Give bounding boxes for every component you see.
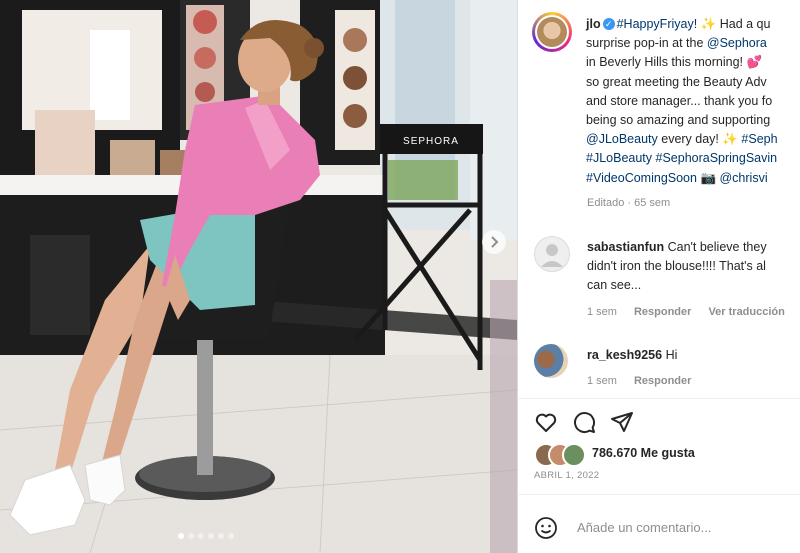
carousel-dot	[228, 533, 234, 539]
caption-line: every day! ✨	[657, 132, 742, 147]
comment-text: ra_kesh9256 Hi	[587, 346, 677, 365]
commenter-avatar[interactable]	[534, 344, 568, 378]
comment-meta: 1 sem Responder Ver traducción	[587, 306, 800, 318]
default-avatar-icon[interactable]	[534, 236, 570, 272]
comment-input[interactable]: Añade un comentario...	[577, 520, 711, 535]
mention[interactable]: @chrisvi	[719, 171, 767, 185]
next-arrow-icon	[491, 236, 499, 248]
translate-button[interactable]: Ver traducción	[708, 306, 784, 318]
carousel-dot	[208, 533, 214, 539]
post-sidebar: jlo ✓ #HappyFriyay! ✨ Had a qu surprise po…	[518, 0, 800, 553]
carousel-dot-active	[178, 533, 184, 539]
add-comment-row: Añade un comentario...	[534, 515, 800, 541]
carousel-dots	[178, 533, 238, 539]
caption-line: ✨ Had a qu	[700, 17, 771, 31]
emoji-icon[interactable]	[534, 516, 558, 540]
author-avatar[interactable]	[532, 12, 572, 52]
post-photo[interactable]: SEPHORA	[0, 0, 517, 553]
comment-line: Can't believe they	[667, 240, 767, 254]
chair-sephora-text: SEPHORA	[403, 136, 459, 147]
liker-avatar	[562, 443, 586, 467]
comment-username[interactable]: ra_kesh9256	[587, 348, 662, 362]
comment-icon[interactable]	[572, 410, 596, 434]
post-date: ABRIL 1, 2022	[534, 470, 600, 481]
comment-line: Hi	[665, 348, 678, 362]
caption-text: jlo ✓ #HappyFriyay! ✨ Had a qu surprise po…	[586, 15, 800, 188]
hashtag[interactable]: #JLoBeauty #SephoraSpringSavin	[586, 151, 777, 165]
hashtag[interactable]: #HappyFriyay!	[617, 17, 698, 31]
share-icon[interactable]	[610, 410, 634, 434]
author-username[interactable]: jlo	[586, 17, 601, 31]
caption-line: so great meeting the Beauty Adv	[586, 74, 767, 89]
comment-line: can see...	[587, 278, 642, 292]
caption-line: surprise pop-in at the	[586, 36, 707, 51]
carousel-dot	[198, 533, 204, 539]
mention[interactable]: @JLoBeauty	[586, 132, 658, 146]
section-divider	[518, 494, 800, 495]
reply-button[interactable]: Responder	[634, 375, 691, 387]
comment-text: sabastianfun Can't believe they didn't i…	[587, 238, 767, 295]
caption-line: in Beverly Hills this morning! 💕	[586, 55, 763, 70]
comment-time[interactable]: 1 sem	[587, 306, 617, 318]
verified-icon: ✓	[602, 18, 615, 30]
heart-icon[interactable]	[534, 410, 558, 434]
edited-timestamp: Editado · 65 sem	[587, 197, 671, 209]
section-divider	[518, 398, 800, 399]
carousel-dot	[188, 533, 194, 539]
reply-button[interactable]: Responder	[634, 306, 691, 318]
next-photo-button[interactable]	[482, 230, 506, 254]
comment-time[interactable]: 1 sem	[587, 375, 617, 387]
likes-count[interactable]: 786.670 Me gusta	[592, 446, 695, 460]
hashtag[interactable]: #Seph	[741, 132, 777, 146]
caption-line: being so amazing and supporting	[586, 113, 771, 128]
comment-username[interactable]: sabastianfun	[587, 240, 664, 254]
carousel-dot	[218, 533, 224, 539]
caption-line: and store manager... thank you fo	[586, 93, 773, 108]
comment-meta: 1 sem Responder	[587, 375, 708, 387]
camera-emoji: 📷	[696, 170, 720, 185]
mention[interactable]: @Sephora	[707, 36, 767, 50]
comment-line: didn't iron the blouse!!!! That's al	[587, 259, 766, 273]
hashtag[interactable]: #VideoComingSoon	[586, 171, 697, 185]
